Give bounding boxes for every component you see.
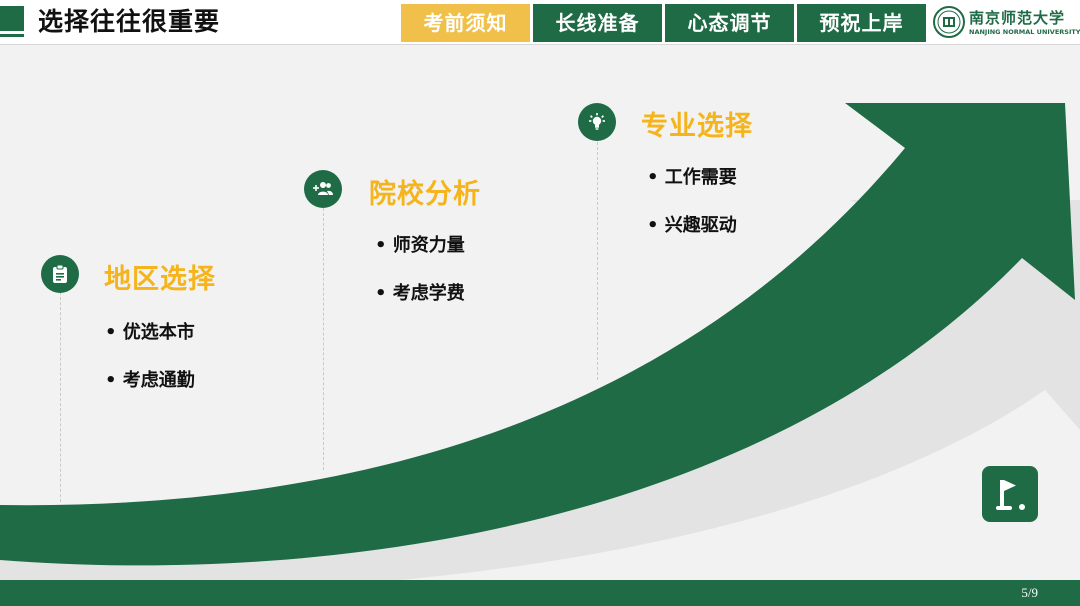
timeline-line-2 — [323, 208, 324, 470]
section-heading-region: 地区选择 — [104, 264, 216, 295]
section-item: • 工作需要 — [647, 167, 737, 188]
title-accent-mark — [0, 0, 24, 44]
lightbulb-icon — [578, 103, 616, 141]
section-item: • 考虑通勤 — [105, 370, 195, 391]
timeline-line-1 — [60, 292, 61, 502]
timeline-line-3 — [597, 142, 598, 380]
tab-mindset[interactable]: 心态调节 — [665, 4, 794, 42]
tab-long-term-prep[interactable]: 长线准备 — [533, 4, 662, 42]
footer-bar: 5/9 — [0, 580, 1080, 606]
university-name-en: NANJING NORMAL UNIVERSITY — [969, 28, 1080, 36]
section-item: • 考虑学费 — [375, 283, 465, 304]
section-item: • 兴趣驱动 — [647, 215, 737, 236]
slide: 选择往往很重要 考前须知 长线准备 心态调节 预祝上岸 南京师范大学 NANJI… — [0, 0, 1080, 606]
tab-good-luck[interactable]: 预祝上岸 — [797, 4, 926, 42]
section-item: • 优选本市 — [105, 322, 195, 343]
clipboard-icon — [41, 255, 79, 293]
top-bar: 选择往往很重要 考前须知 长线准备 心态调节 预祝上岸 南京师范大学 NANJI… — [0, 0, 1080, 45]
page-title: 选择往往很重要 — [38, 7, 221, 36]
tab-exam-notice[interactable]: 考前须知 — [401, 4, 530, 42]
section-heading-school: 院校分析 — [369, 179, 481, 210]
university-seal-icon — [933, 6, 965, 38]
golf-flag-icon — [982, 466, 1038, 522]
nav-tabs: 考前须知 长线准备 心态调节 预祝上岸 — [401, 4, 929, 42]
add-people-icon — [304, 170, 342, 208]
university-name-cn: 南京师范大学 — [969, 9, 1066, 27]
section-heading-major: 专业选择 — [641, 111, 753, 142]
growth-arrow — [0, 103, 1080, 593]
page-number: 5/9 — [1021, 585, 1038, 600]
university-logo: 南京师范大学 NANJING NORMAL UNIVERSITY — [933, 6, 1080, 40]
section-item: • 师资力量 — [375, 235, 465, 256]
